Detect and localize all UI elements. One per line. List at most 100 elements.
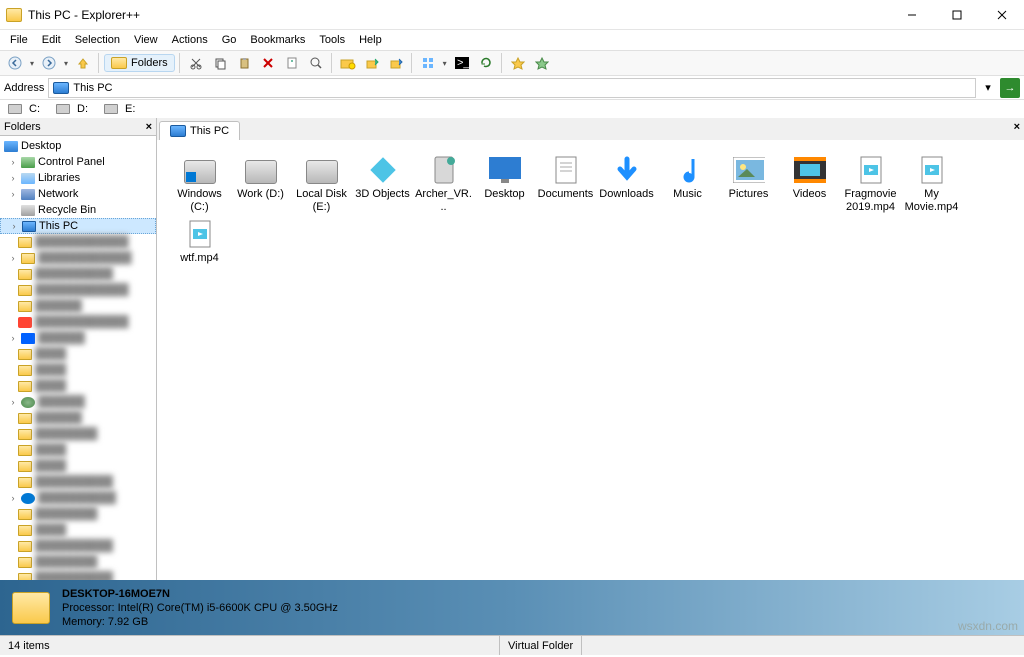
- tree-network[interactable]: ›Network: [0, 186, 156, 202]
- pc-icon: [53, 82, 69, 94]
- paste-button[interactable]: [233, 52, 255, 74]
- drive-e[interactable]: E:: [100, 101, 143, 117]
- menu-go[interactable]: Go: [216, 32, 243, 48]
- tree-item-blurred[interactable]: ██████████: [0, 570, 156, 580]
- tab-close-button[interactable]: ×: [1014, 121, 1020, 133]
- file-item[interactable]: Downloads: [596, 152, 657, 216]
- tree-item-blurred[interactable]: ████████: [0, 554, 156, 570]
- tree-item-blurred[interactable]: ██████: [0, 410, 156, 426]
- organize-bookmarks-button[interactable]: [531, 52, 553, 74]
- back-history-dropdown[interactable]: ▾: [28, 59, 36, 68]
- drives-bar: C: D: E:: [0, 100, 1024, 118]
- file-item[interactable]: Fragmovie 2019.mp4: [840, 152, 901, 216]
- menu-view[interactable]: View: [128, 32, 164, 48]
- tree-item-blurred[interactable]: ████: [0, 378, 156, 394]
- window-title: This PC - Explorer++: [28, 8, 140, 22]
- cut-button[interactable]: [185, 52, 207, 74]
- item-label: Work (D:): [237, 188, 284, 201]
- tree-item-blurred[interactable]: ████: [0, 442, 156, 458]
- tree-item-blurred[interactable]: ████: [0, 346, 156, 362]
- tree-item-blurred[interactable]: ████████████: [0, 282, 156, 298]
- tree-onedrive[interactable]: ›██████████: [0, 490, 156, 506]
- terminal-button[interactable]: >_: [451, 52, 473, 74]
- new-folder-button[interactable]: [337, 52, 359, 74]
- tree-item-blurred[interactable]: ██████████: [0, 266, 156, 282]
- drive-c[interactable]: C:: [4, 101, 48, 117]
- tree-item-blurred[interactable]: ██████████: [0, 538, 156, 554]
- forward-history-dropdown[interactable]: ▾: [62, 59, 70, 68]
- menu-tools[interactable]: Tools: [313, 32, 351, 48]
- drive-d[interactable]: D:: [52, 101, 96, 117]
- tree-item-blurred[interactable]: ████: [0, 458, 156, 474]
- folder-tree[interactable]: Desktop ›Control Panel ›Libraries ›Netwo…: [0, 136, 156, 580]
- item-label: 3D Objects: [355, 188, 409, 201]
- tree-item-blurred[interactable]: ████████: [0, 426, 156, 442]
- tree-this-pc[interactable]: ›This PC: [0, 218, 156, 234]
- title-bar: This PC - Explorer++: [0, 0, 1024, 30]
- go-button[interactable]: →: [1000, 78, 1020, 98]
- tree-desktop[interactable]: Desktop: [0, 138, 156, 154]
- views-dropdown[interactable]: ▾: [441, 59, 449, 68]
- menu-actions[interactable]: Actions: [166, 32, 214, 48]
- tree-item-blurred[interactable]: ›████████████: [0, 250, 156, 266]
- toolbar: ▾ ▾ Folders ▾ >_: [0, 50, 1024, 76]
- move-to-button[interactable]: [385, 52, 407, 74]
- file-item[interactable]: Desktop: [474, 152, 535, 216]
- item-icon: [245, 154, 277, 186]
- svg-text:>_: >_: [457, 57, 469, 69]
- copy-button[interactable]: [209, 52, 231, 74]
- tree-item-blurred[interactable]: ████: [0, 522, 156, 538]
- file-item[interactable]: Videos: [779, 152, 840, 216]
- refresh-button[interactable]: [475, 52, 497, 74]
- tree-user[interactable]: ›██████: [0, 394, 156, 410]
- menu-file[interactable]: File: [4, 32, 34, 48]
- tree-item-blurred[interactable]: ████████████: [0, 234, 156, 250]
- file-item[interactable]: Work (D:): [230, 152, 291, 216]
- file-item[interactable]: Archer_VR...: [413, 152, 474, 216]
- tree-recycle-bin[interactable]: Recycle Bin: [0, 202, 156, 218]
- up-button[interactable]: [72, 52, 94, 74]
- bookmark-button[interactable]: [507, 52, 529, 74]
- item-label: Documents: [538, 188, 594, 201]
- tree-control-panel[interactable]: ›Control Panel: [0, 154, 156, 170]
- item-icon: [184, 218, 216, 250]
- file-item[interactable]: Local Disk (E:): [291, 152, 352, 216]
- delete-button[interactable]: [257, 52, 279, 74]
- content-pane: This PC × Windows (C:) Work (D:) Local Dis…: [157, 118, 1024, 580]
- file-item[interactable]: My Movie.mp4: [901, 152, 962, 216]
- folders-toggle[interactable]: Folders: [104, 54, 175, 72]
- minimize-button[interactable]: [889, 0, 934, 30]
- menu-edit[interactable]: Edit: [36, 32, 67, 48]
- file-item[interactable]: Music: [657, 152, 718, 216]
- file-item[interactable]: 3D Objects: [352, 152, 413, 216]
- menu-help[interactable]: Help: [353, 32, 388, 48]
- tree-dropbox[interactable]: ›██████: [0, 330, 156, 346]
- back-button[interactable]: [4, 52, 26, 74]
- properties-button[interactable]: [281, 52, 303, 74]
- file-grid[interactable]: Windows (C:) Work (D:) Local Disk (E:)3D O…: [157, 140, 1024, 580]
- item-label: Desktop: [484, 188, 524, 201]
- menu-bookmarks[interactable]: Bookmarks: [244, 32, 311, 48]
- sidebar-close-button[interactable]: ×: [146, 121, 152, 133]
- tree-item-blurred[interactable]: ████: [0, 362, 156, 378]
- tree-item-blurred[interactable]: ████████: [0, 506, 156, 522]
- file-item[interactable]: Pictures: [718, 152, 779, 216]
- address-input[interactable]: This PC: [48, 78, 976, 98]
- forward-button[interactable]: [38, 52, 60, 74]
- file-item[interactable]: wtf.mp4: [169, 216, 230, 267]
- tree-libraries[interactable]: ›Libraries: [0, 170, 156, 186]
- search-button[interactable]: [305, 52, 327, 74]
- tree-item-blurred[interactable]: ██████: [0, 298, 156, 314]
- menu-selection[interactable]: Selection: [69, 32, 126, 48]
- item-label: My Movie.mp4: [903, 188, 960, 214]
- tab-this-pc[interactable]: This PC: [159, 121, 240, 140]
- tree-item-blurred[interactable]: ██████████: [0, 474, 156, 490]
- copy-to-button[interactable]: [361, 52, 383, 74]
- tree-item-blurred[interactable]: ████████████: [0, 314, 156, 330]
- file-item[interactable]: Windows (C:): [169, 152, 230, 216]
- views-button[interactable]: [417, 52, 439, 74]
- close-button[interactable]: [979, 0, 1024, 30]
- maximize-button[interactable]: [934, 0, 979, 30]
- file-item[interactable]: Documents: [535, 152, 596, 216]
- address-dropdown[interactable]: ▾: [980, 81, 996, 94]
